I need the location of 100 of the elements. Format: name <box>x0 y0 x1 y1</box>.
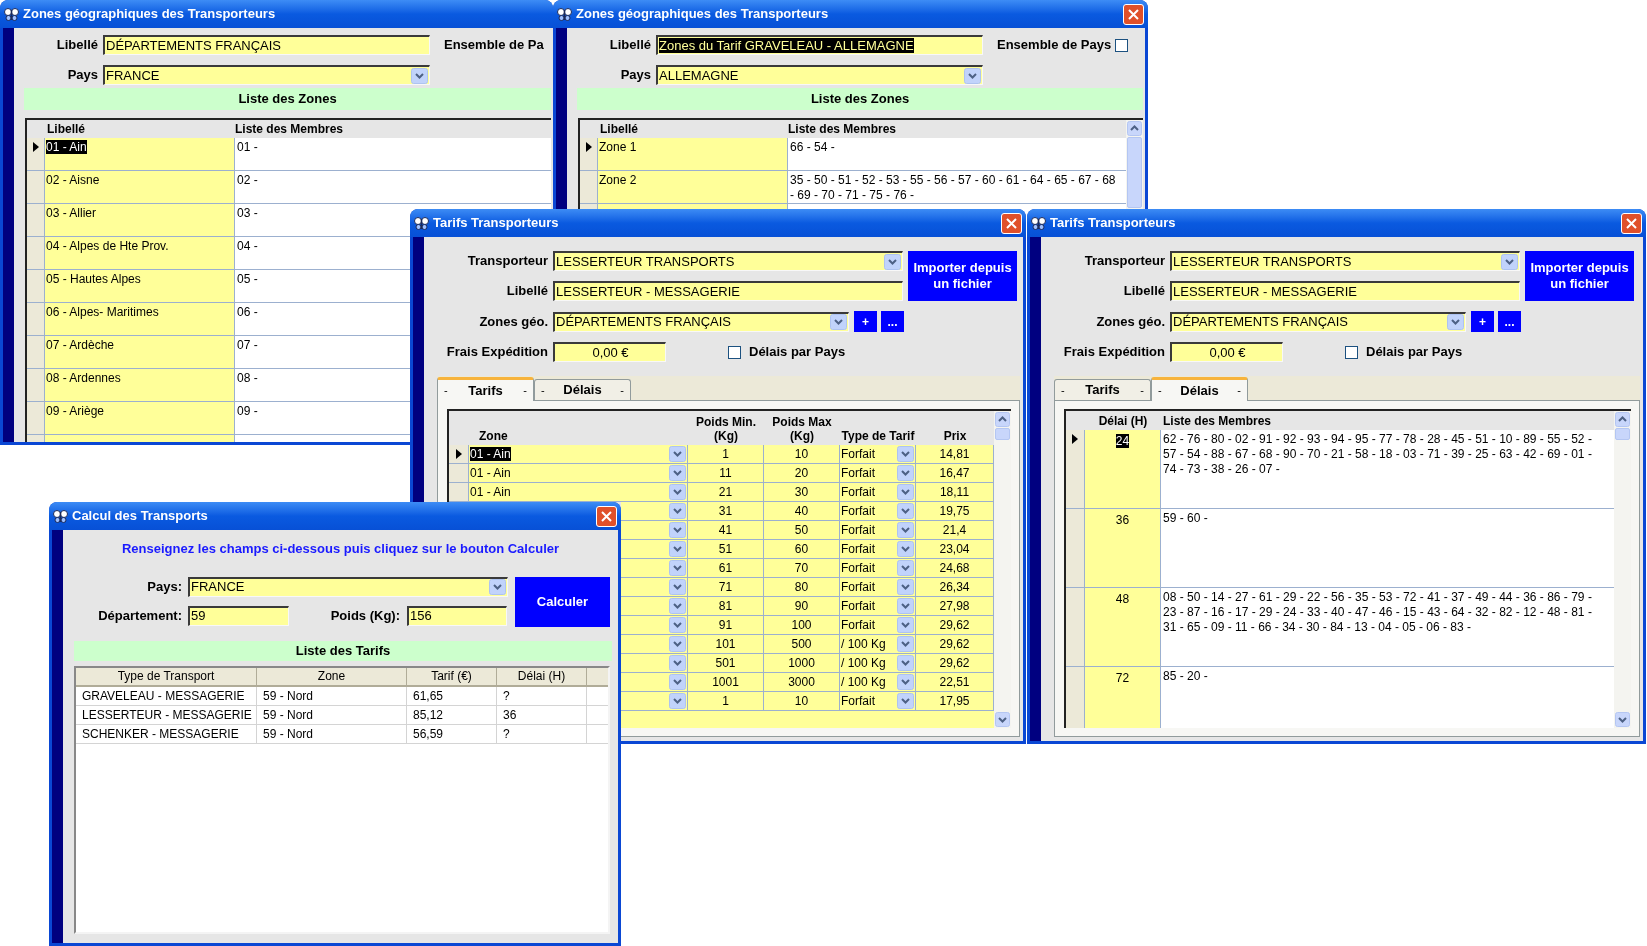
dropdown-cell[interactable]: Forfait <box>840 616 916 635</box>
dropdown-cell[interactable]: Forfait <box>840 578 916 597</box>
text-field[interactable]: 0,00 € <box>1170 342 1283 362</box>
dropdown-cell[interactable] <box>621 654 688 673</box>
table-cell[interactable]: Zone 2 <box>598 171 788 204</box>
dropdown-cell[interactable]: Forfait <box>840 540 916 559</box>
dropdown-cell[interactable] <box>621 635 688 654</box>
browse-button[interactable]: ... <box>881 311 904 332</box>
dropdown-cell[interactable] <box>621 616 688 635</box>
dropdown-cell[interactable]: Forfait <box>840 502 916 521</box>
scroll-thumb[interactable] <box>1615 428 1630 440</box>
close-button[interactable] <box>596 505 617 527</box>
column-header[interactable]: Zone <box>257 667 407 687</box>
close-button[interactable] <box>1621 212 1642 234</box>
dropdown-cell[interactable]: Forfait <box>840 521 916 540</box>
text-field[interactable]: 59 <box>188 605 289 626</box>
dropdown-cell[interactable] <box>621 559 688 578</box>
row-selector[interactable] <box>580 138 598 171</box>
dropdown-cell[interactable] <box>621 540 688 559</box>
text-field[interactable]: 156 <box>407 605 507 626</box>
dropdown-cell[interactable] <box>621 502 688 521</box>
dropdown-field[interactable]: LESSERTEUR TRANSPORTS <box>553 251 903 271</box>
checkbox[interactable] <box>728 345 741 359</box>
scroll-up-icon[interactable] <box>995 412 1010 427</box>
dropdown-cell[interactable]: Forfait <box>840 692 916 711</box>
add-button[interactable]: + <box>854 311 877 332</box>
text-field[interactable]: LESSERTEUR - MESSAGERIE <box>1170 281 1520 301</box>
dropdown-field[interactable]: LESSERTEUR TRANSPORTS <box>1170 251 1520 271</box>
table-cell[interactable]: 03 - Allier <box>45 204 235 237</box>
table-cell[interactable]: 48 <box>1085 588 1161 667</box>
table-cell[interactable]: 06 - Alpes- Maritimes <box>45 303 235 336</box>
close-button[interactable] <box>1123 3 1144 25</box>
close-button[interactable] <box>1001 212 1022 234</box>
text-field[interactable]: Zones du Tarif GRAVELEAU - ALLEMAGNE <box>656 35 983 55</box>
dropdown-cell[interactable] <box>621 597 688 616</box>
dropdown-cell[interactable] <box>621 673 688 692</box>
tab[interactable]: - Délais - <box>534 379 631 400</box>
dropdown-cell[interactable]: 01 - Ain <box>469 483 688 502</box>
scroll-down-icon[interactable] <box>1615 712 1630 727</box>
dropdown-cell[interactable]: 01 - Ain <box>469 445 688 464</box>
table-cell: 29,62 <box>916 616 994 635</box>
table-cell[interactable]: 36 <box>1085 509 1161 588</box>
table-cell[interactable]: 07 - Ardèche <box>45 336 235 369</box>
scroll-up-icon[interactable] <box>1615 412 1630 427</box>
scroll-down-icon[interactable] <box>995 712 1010 727</box>
dropdown-field[interactable]: FRANCE <box>103 65 430 85</box>
import-button[interactable]: Importer depuis un fichier <box>1525 251 1634 301</box>
dropdown-cell[interactable]: Forfait <box>840 464 916 483</box>
table-cell: 11 <box>688 464 764 483</box>
table-cell[interactable]: 72 <box>1085 667 1161 728</box>
text-field[interactable]: LESSERTEUR - MESSAGERIE <box>553 281 903 301</box>
scroll-up-icon[interactable] <box>1127 121 1142 136</box>
text-field[interactable]: 0,00 € <box>553 342 666 362</box>
dropdown-cell[interactable]: Forfait <box>840 445 916 464</box>
column-header[interactable]: Délai (H) <box>497 667 587 687</box>
column-header[interactable]: Tarif (€) <box>407 667 497 687</box>
dropdown-cell[interactable] <box>621 521 688 540</box>
scroll-thumb[interactable] <box>995 428 1010 440</box>
dropdown-cell[interactable]: / 100 Kg <box>840 673 916 692</box>
dropdown-field[interactable]: ALLEMAGNE <box>656 65 983 85</box>
table-cell[interactable]: 08 - Ardennes <box>45 369 235 402</box>
column-header: Libellé <box>599 121 639 138</box>
dropdown-cell[interactable]: Forfait <box>840 597 916 616</box>
text-field[interactable]: DÉPARTEMENTS FRANÇAIS <box>103 35 430 55</box>
dropdown-cell[interactable] <box>621 578 688 597</box>
tab[interactable]: - Délais - <box>1151 377 1248 401</box>
dropdown-cell[interactable]: Forfait <box>840 559 916 578</box>
column-header[interactable]: Type de Transport <box>76 667 257 687</box>
table-cell[interactable]: 24 <box>1085 430 1161 509</box>
table-cell[interactable]: 04 - Alpes de Hte Prov. <box>45 237 235 270</box>
dropdown-field[interactable]: FRANCE <box>188 576 508 597</box>
table-cell[interactable]: 09 - Ariège <box>45 402 235 435</box>
table-cell[interactable]: 05 - Hautes Alpes <box>45 270 235 303</box>
table-cell[interactable]: Zone 1 <box>598 138 788 171</box>
checkbox[interactable] <box>1345 345 1358 359</box>
scrollbar[interactable] <box>1614 411 1631 728</box>
dropdown-field[interactable]: DÉPARTEMENTS FRANÇAIS <box>553 311 849 332</box>
row-selector[interactable] <box>449 445 469 464</box>
table-cell: 1000 <box>764 654 840 673</box>
table-cell: 08 - 50 - 14 - 27 - 61 - 29 - 22 - 56 - 35 - 53 - 72 - 41 - 37 - 49 - 44 - 36 - 86 - 79 - 23 - 87 - 16 - 17 - 29 - 24 - 33 - 40 - 47 - 46 - 15 - 43 - 64 - 32 - 82 - 12 - 48 - 81 - 31 - 65 - 09 - 11 - 66 - 34 - 30 - 84 - 13 - 04 - 05 - 06 - 83 - <box>1161 588 1614 667</box>
table-cell[interactable]: 01 - Ain <box>45 138 235 171</box>
dropdown-cell[interactable]: 01 - Ain <box>469 464 688 483</box>
checkbox[interactable] <box>1115 38 1129 52</box>
dropdown-cell[interactable]: Forfait <box>840 483 916 502</box>
tab[interactable]: - Tarifs - <box>437 377 534 401</box>
add-button[interactable]: + <box>1471 311 1494 332</box>
browse-button[interactable]: ... <box>1498 311 1521 332</box>
row-selector[interactable] <box>27 138 45 171</box>
scroll-thumb[interactable] <box>1127 137 1142 208</box>
import-button[interactable]: Importer depuis un fichier <box>908 251 1017 301</box>
table-cell: 70 <box>764 559 840 578</box>
dropdown-cell[interactable] <box>621 692 688 711</box>
table-cell[interactable]: 02 - Aisne <box>45 171 235 204</box>
dropdown-cell[interactable]: / 100 Kg <box>840 654 916 673</box>
tab[interactable]: - Tarifs - <box>1054 379 1151 400</box>
dropdown-field[interactable]: DÉPARTEMENTS FRANÇAIS <box>1170 311 1466 332</box>
scrollbar[interactable] <box>1126 120 1143 209</box>
calculate-button[interactable]: Calculer <box>515 576 610 627</box>
dropdown-cell[interactable]: / 100 Kg <box>840 635 916 654</box>
scrollbar[interactable] <box>994 411 1011 728</box>
